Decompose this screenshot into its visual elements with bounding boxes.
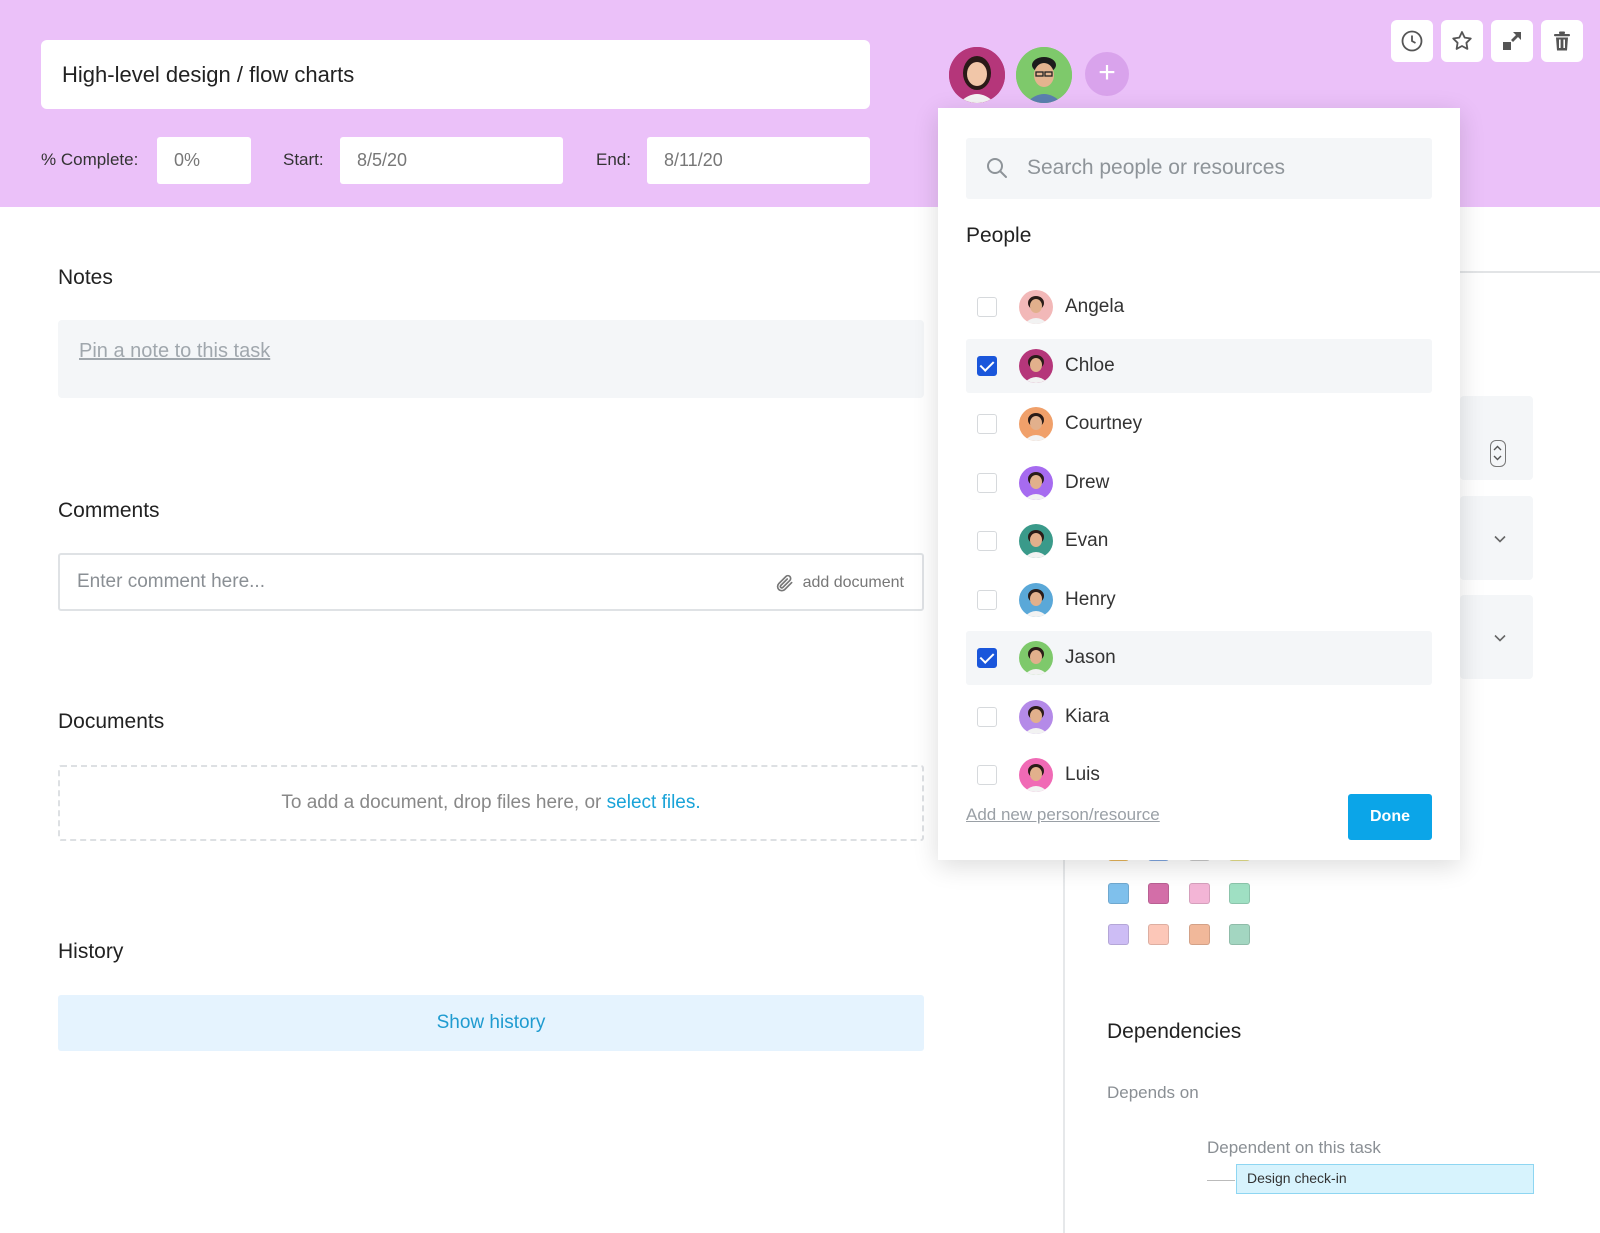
done-button[interactable]: Done (1348, 794, 1432, 840)
delete-button[interactable] (1541, 20, 1583, 62)
drop-zone-text: To add a document, drop files here, or (281, 792, 602, 813)
plus-icon: + (1098, 56, 1116, 89)
panel-divider (1063, 855, 1065, 1233)
person-checkbox[interactable] (977, 765, 997, 785)
person-checkbox[interactable] (977, 531, 997, 551)
person-row[interactable]: Angela (966, 280, 1432, 334)
search-placeholder: Search people or resources (1027, 156, 1285, 179)
people-search-input[interactable]: Search people or resources (966, 138, 1432, 199)
person-name: Henry (1065, 589, 1116, 610)
comment-input[interactable]: Enter comment here... add document (58, 553, 924, 611)
person-row[interactable]: Kiara (966, 690, 1432, 744)
person-avatar (1019, 407, 1053, 441)
person-avatar (1019, 758, 1053, 792)
person-row[interactable]: Jason (966, 631, 1432, 685)
color-swatch[interactable] (1189, 883, 1210, 904)
show-history-button[interactable]: Show history (58, 995, 924, 1051)
chevron-down-icon (1494, 535, 1506, 543)
person-name: Luis (1065, 764, 1100, 785)
person-avatar (1019, 290, 1053, 324)
dependency-connector (1207, 1180, 1235, 1181)
history-title: History (58, 940, 124, 963)
person-name: Angela (1065, 296, 1125, 317)
stepper-arrows-icon (1493, 445, 1502, 461)
person-row[interactable]: Drew (966, 456, 1432, 510)
percent-complete-input[interactable]: 0% (157, 137, 251, 184)
history-tool-button[interactable] (1391, 20, 1433, 62)
task-title-input[interactable]: High-level design / flow charts (41, 40, 870, 109)
person-checkbox[interactable] (977, 707, 997, 727)
people-picker-dropdown: Search people or resources People Angela… (938, 108, 1460, 860)
start-date-input[interactable]: 8/5/20 (340, 137, 563, 184)
person-row[interactable]: Courtney (966, 397, 1432, 451)
person-checkbox[interactable] (977, 297, 997, 317)
person-row[interactable]: Chloe (966, 339, 1432, 393)
right-panel-divider (1460, 271, 1600, 273)
person-checkbox[interactable] (977, 648, 997, 668)
person-checkbox[interactable] (977, 590, 997, 610)
color-swatch[interactable] (1148, 883, 1169, 904)
dependencies-title: Dependencies (1107, 1020, 1242, 1043)
color-swatch[interactable] (1148, 924, 1169, 945)
document-drop-zone[interactable]: To add a document, drop files here, or s… (58, 765, 924, 841)
pin-note-link[interactable]: Pin a note to this task (79, 340, 270, 363)
person-name: Kiara (1065, 706, 1110, 727)
number-stepper[interactable] (1490, 440, 1506, 467)
chevron-down-icon (1494, 634, 1506, 642)
color-swatch[interactable] (1108, 883, 1129, 904)
people-section-title: People (966, 224, 1032, 247)
person-avatar (1019, 641, 1053, 675)
assignee-avatar-jason[interactable] (1016, 47, 1072, 103)
star-icon (1452, 31, 1472, 50)
person-name: Drew (1065, 472, 1110, 493)
trash-icon (1554, 31, 1570, 51)
people-list[interactable]: Angela Chloe Courtney Drew Evan Henry Jason Kia… (966, 260, 1432, 882)
assignee-avatar-chloe[interactable] (949, 47, 1005, 103)
add-assignee-button[interactable]: + (1085, 52, 1129, 96)
person-checkbox[interactable] (977, 414, 997, 434)
documents-title: Documents (58, 710, 165, 733)
person-name: Evan (1065, 530, 1109, 551)
person-name: Chloe (1065, 355, 1115, 376)
person-checkbox[interactable] (977, 473, 997, 493)
select-files-link[interactable]: select files. (607, 792, 701, 813)
expand-button[interactable] (1491, 20, 1533, 62)
end-label: End: (596, 150, 631, 169)
color-swatch[interactable] (1229, 924, 1250, 945)
comments-title: Comments (58, 499, 160, 522)
comment-placeholder: Enter comment here... (77, 571, 265, 592)
dependency-item[interactable]: Design check-in (1236, 1164, 1534, 1194)
person-name: Jason (1065, 647, 1116, 668)
paperclip-icon (776, 574, 793, 592)
percent-complete-label: % Complete: (41, 150, 139, 169)
add-document-button[interactable]: add document (775, 573, 904, 593)
color-swatch[interactable] (1229, 883, 1250, 904)
notes-box[interactable]: Pin a note to this task (58, 320, 924, 398)
add-new-person-link[interactable]: Add new person/resource (966, 805, 1160, 825)
person-checkbox[interactable] (977, 356, 997, 376)
clock-icon (1401, 30, 1423, 52)
expand-icon (1503, 32, 1521, 50)
person-row[interactable]: Henry (966, 573, 1432, 627)
person-row[interactable]: Evan (966, 514, 1432, 568)
favorite-button[interactable] (1441, 20, 1483, 62)
person-avatar (1019, 524, 1053, 558)
person-avatar (1019, 700, 1053, 734)
color-swatch[interactable] (1189, 924, 1210, 945)
person-avatar (1019, 349, 1053, 383)
person-name: Courtney (1065, 413, 1143, 434)
notes-title: Notes (58, 266, 113, 289)
color-swatch[interactable] (1108, 924, 1129, 945)
person-avatar (1019, 583, 1053, 617)
task-detail-window: High-level design / flow charts % Comple… (0, 0, 1600, 1233)
depends-on-label: Depends on (1107, 1083, 1199, 1102)
end-date-input[interactable]: 8/11/20 (647, 137, 870, 184)
search-icon (987, 158, 1007, 178)
dependent-on-label: Dependent on this task (1207, 1138, 1381, 1157)
start-label: Start: (283, 150, 324, 169)
add-document-label: add document (802, 574, 904, 591)
person-avatar (1019, 466, 1053, 500)
